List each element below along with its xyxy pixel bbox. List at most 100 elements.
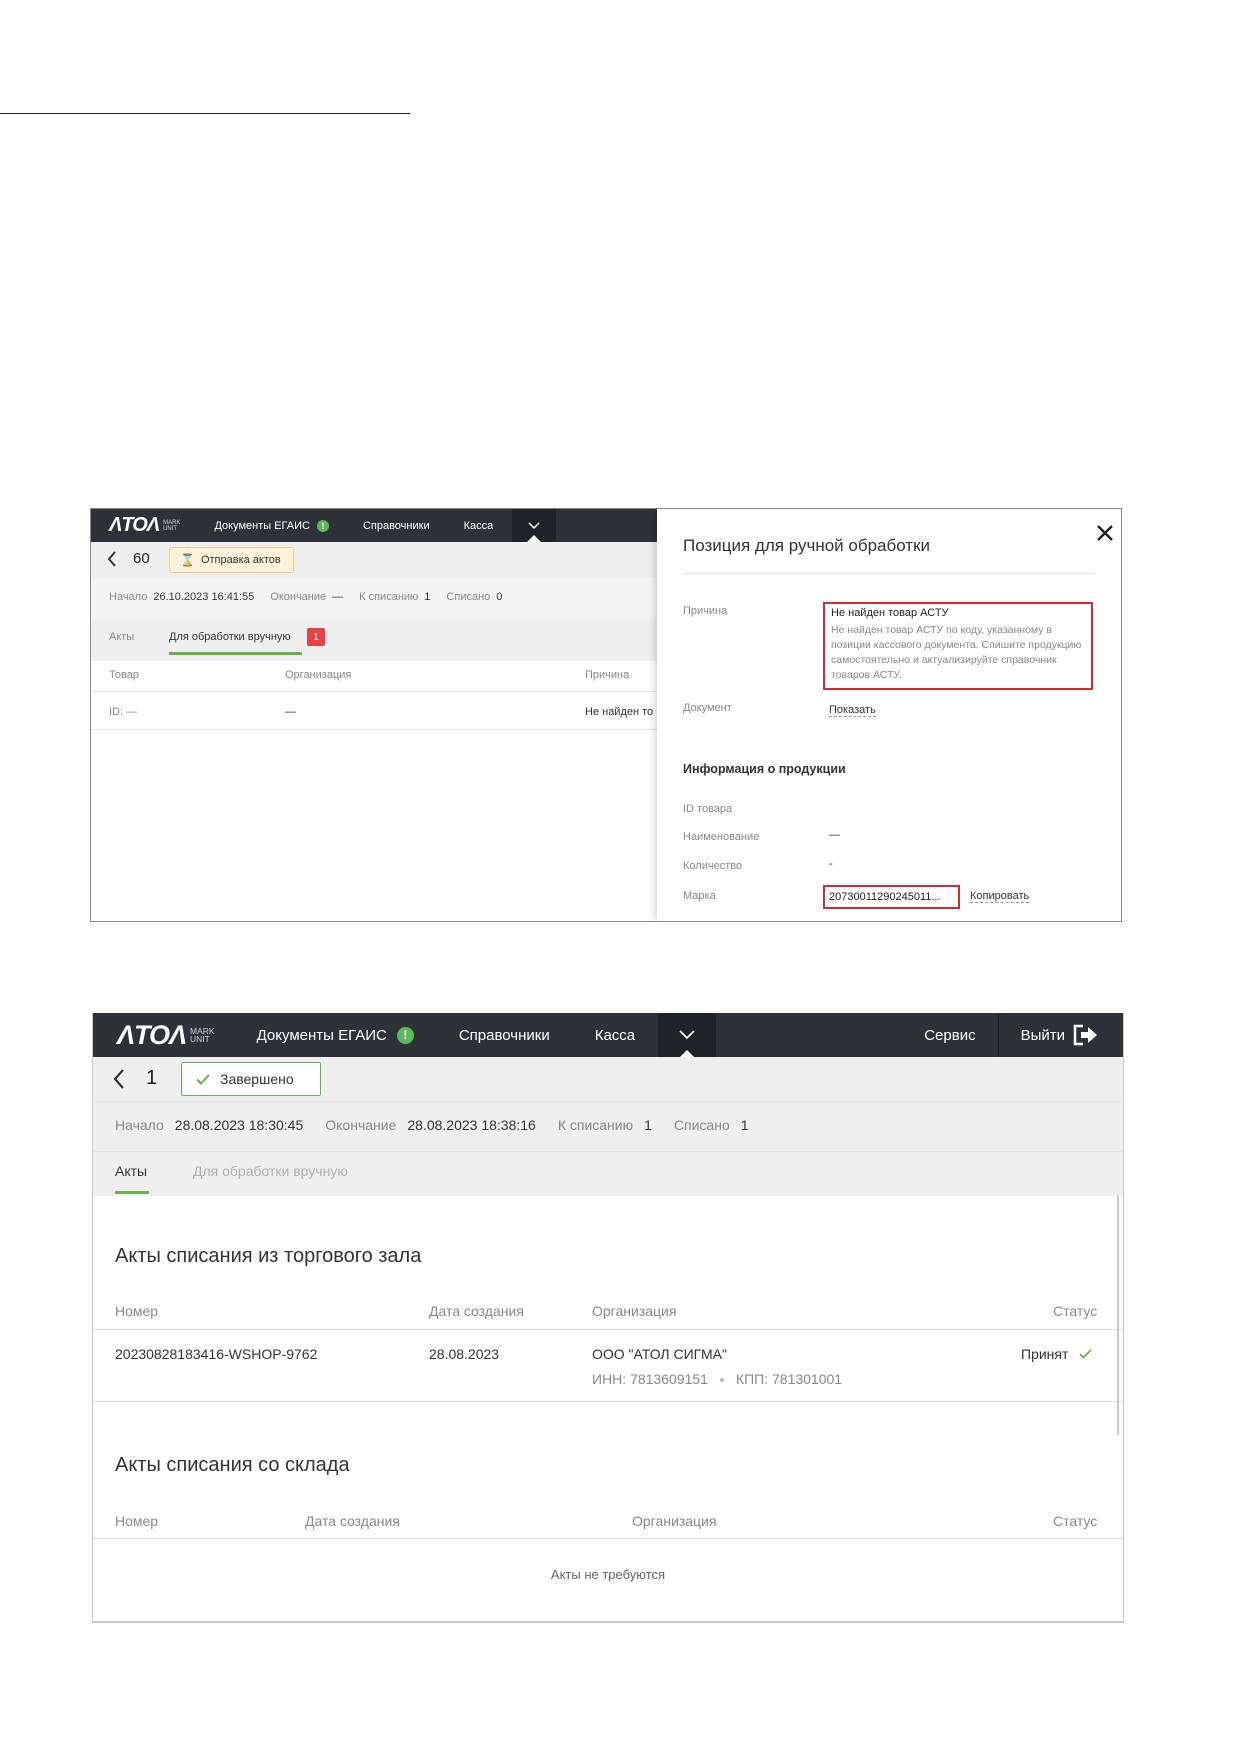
table-divider xyxy=(93,1329,1123,1330)
document-label: Документ xyxy=(683,702,732,714)
product-info-title: Информация о продукции xyxy=(683,762,846,776)
nav-cashier[interactable]: Касса xyxy=(595,1027,635,1044)
section-title-hall-acts: Акты списания из торгового зала xyxy=(115,1245,422,1267)
status-text: Отправка актов xyxy=(200,554,281,566)
section-title-warehouse-acts: Акты списания со склада xyxy=(115,1454,350,1476)
nav-label: Документы ЕГАИС xyxy=(256,1026,387,1044)
column-header-product: Товар xyxy=(109,669,139,681)
nav-references[interactable]: Справочники xyxy=(363,520,430,532)
panel-title: Позиция для ручной обработки xyxy=(683,536,931,555)
logo-text: ΛTOΛ xyxy=(117,1019,187,1050)
written-label: Списано xyxy=(446,591,491,603)
alert-badge-icon: ! xyxy=(316,519,329,532)
document-divider-line xyxy=(0,113,410,114)
status-text: Принят xyxy=(1021,1346,1069,1362)
operation-meta: Начало 26.10.2023 16:41:55 Окончание — К с… xyxy=(109,591,518,603)
nav-label: Справочники xyxy=(458,1026,550,1044)
status-text: Завершено xyxy=(220,1071,294,1087)
show-document-link[interactable]: Показать xyxy=(829,704,876,717)
nav-egais-documents[interactable]: Документы ЕГАИС ! xyxy=(214,519,329,532)
table-divider xyxy=(93,1401,1123,1402)
tab-acts[interactable]: Акты xyxy=(115,1163,147,1179)
end-label: Окончание xyxy=(270,591,327,603)
operation-number: 1 xyxy=(146,1067,158,1089)
writeoff-value: 1 xyxy=(644,1117,652,1133)
atol-logo[interactable]: ΛTOΛ MARK UNIT xyxy=(109,514,180,537)
scrollbar[interactable] xyxy=(1117,1195,1119,1435)
chevron-down-icon xyxy=(528,521,540,529)
written-value: 1 xyxy=(740,1117,749,1133)
active-indicator xyxy=(527,535,542,542)
tab-manual-processing[interactable]: Для обработки вручную xyxy=(169,631,291,643)
cell-status: Принят xyxy=(1021,1346,1092,1362)
cell-org-details: ИНН: 7813609151 КПП: 781301001 xyxy=(592,1371,842,1387)
nav-more-dropdown[interactable] xyxy=(658,1013,717,1057)
cell-act-number: 20230828183416-WSHOP-9762 xyxy=(115,1346,318,1362)
cell-organization: — xyxy=(285,706,296,718)
nav-label: Справочники xyxy=(362,519,430,532)
mark-highlight-box: 20730011290245011... xyxy=(823,885,960,909)
nav-cashier[interactable]: Касса xyxy=(464,520,494,532)
chevron-down-icon xyxy=(679,1030,695,1040)
nav-label: Касса xyxy=(594,1026,636,1044)
reason-title: Не найден товар АСТУ xyxy=(831,607,949,619)
panel-divider xyxy=(683,573,1095,574)
column-header-organization: Организация xyxy=(285,669,352,681)
column-header-organization: Организация xyxy=(632,1513,717,1529)
nav-more-dropdown[interactable] xyxy=(512,509,557,542)
column-header-number: Номер xyxy=(115,1513,159,1529)
table-divider xyxy=(91,729,657,730)
written-value: 0 xyxy=(496,591,503,603)
reason-label: Причина xyxy=(683,605,728,617)
product-name-label: Наименование xyxy=(683,831,760,843)
atol-logo[interactable]: ΛTOΛ MARK UNIT xyxy=(117,1020,215,1051)
logout-button[interactable]: Выйти xyxy=(999,1024,1123,1046)
empty-state-text: Акты не требуются xyxy=(550,1567,666,1582)
start-value: 28.08.2023 18:30:45 xyxy=(174,1117,304,1133)
nav-service[interactable]: Сервис xyxy=(924,1027,997,1044)
screenshot-manual-processing: ΛTOΛ MARK UNIT Документы ЕГАИС ! Справоч… xyxy=(90,508,1122,922)
mark-value: 20730011290245011... xyxy=(829,891,941,903)
product-id-label: ID товара xyxy=(683,803,733,815)
alert-badge-icon: ! xyxy=(396,1026,414,1044)
operation-meta: Начало 28.08.2023 18:30:45 Окончание 28.08… xyxy=(115,1117,771,1133)
top-nav: ΛTOΛ MARK UNIT Документы ЕГАИС ! Справоч… xyxy=(91,509,657,542)
cell-date: 28.08.2023 xyxy=(429,1346,500,1362)
writeoff-label: К списанию xyxy=(557,1117,634,1133)
logout-label: Выйти xyxy=(1020,1026,1065,1044)
active-tab-underline xyxy=(115,1191,149,1194)
start-label: Начало xyxy=(109,591,148,603)
logo-text: ΛTOΛ xyxy=(109,514,160,536)
chevron-left-icon[interactable] xyxy=(107,551,117,567)
logout-icon xyxy=(1073,1024,1097,1046)
end-value: 28.08.2023 18:38:16 xyxy=(407,1117,536,1133)
active-tab-underline xyxy=(169,652,302,655)
status-badge: ⌛ Отправка актов xyxy=(169,547,294,573)
nav-references[interactable]: Справочники xyxy=(459,1027,550,1044)
table-divider xyxy=(93,1538,1123,1539)
count-badge: 1 xyxy=(307,628,325,646)
quantity-value: - xyxy=(829,858,833,870)
column-header-reason: Причина xyxy=(585,669,630,681)
end-value: — xyxy=(332,591,344,603)
table-divider xyxy=(91,691,657,692)
close-icon[interactable] xyxy=(1095,523,1115,543)
written-label: Списано xyxy=(673,1117,730,1133)
tab-acts[interactable]: Акты xyxy=(109,631,134,643)
hourglass-icon: ⌛ xyxy=(180,553,195,567)
logo-sub: MARK UNIT xyxy=(190,1026,215,1044)
check-icon xyxy=(196,1073,210,1085)
active-indicator xyxy=(680,1050,695,1057)
chevron-left-icon[interactable] xyxy=(113,1069,125,1089)
org-kpp: КПП: 781301001 xyxy=(735,1371,843,1387)
copy-mark-link[interactable]: Копировать xyxy=(970,890,1030,903)
operation-page: ΛTOΛ MARK UNIT Документы ЕГАИС ! Справоч… xyxy=(91,509,657,921)
tab-manual-processing[interactable]: Для обработки вручную xyxy=(193,1163,348,1179)
column-header-date: Дата создания xyxy=(305,1513,400,1529)
check-icon xyxy=(1079,1349,1092,1359)
start-value: 26.10.2023 16:41:55 xyxy=(153,591,255,603)
column-header-number: Номер xyxy=(115,1303,159,1319)
writeoff-value: 1 xyxy=(424,591,431,603)
top-nav: ΛTOΛ MARK UNIT Документы ЕГАИС ! Справоч… xyxy=(93,1013,1123,1057)
nav-egais-documents[interactable]: Документы ЕГАИС ! xyxy=(256,1026,414,1044)
